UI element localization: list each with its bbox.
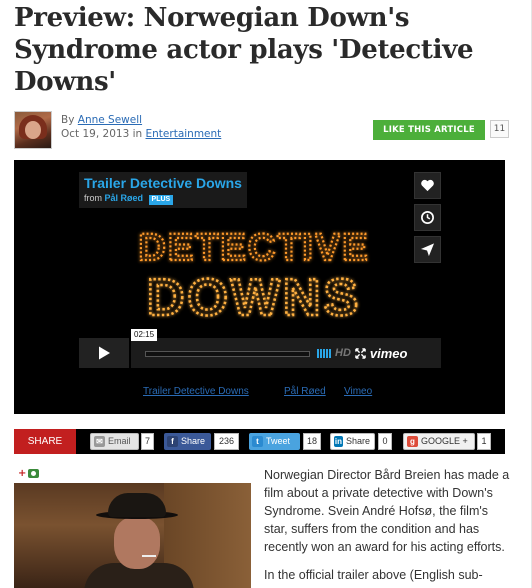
plus-badge: PLUS [148, 195, 174, 205]
share-video-button[interactable] [414, 236, 441, 263]
play-icon [99, 346, 110, 360]
hd-toggle[interactable]: HD [335, 347, 351, 359]
article-photo[interactable] [14, 483, 251, 588]
facebook-share-label: Share [181, 436, 206, 446]
linkedin-icon: in [334, 436, 343, 447]
watch-later-button[interactable] [414, 204, 441, 231]
linkedin-count: 0 [378, 433, 392, 450]
facebook-share-button[interactable]: f Share [164, 433, 211, 450]
camera-icon[interactable] [28, 469, 40, 478]
article-photo-block: + [14, 465, 251, 588]
from-label: from [84, 193, 102, 203]
vimeo-logo[interactable]: vimeo [370, 346, 408, 361]
article-page: Preview: Norwegian Down's Syndrome actor… [0, 0, 532, 588]
send-icon [420, 243, 435, 257]
marquee-title: DETECTIVE DOWNS [124, 220, 384, 328]
article-body: Norwegian Director Bård Breien has made … [264, 466, 514, 588]
category-link[interactable]: Entertainment [146, 128, 222, 140]
google-plus-share-label: GOOGLE + [421, 436, 468, 446]
video-controls: 02:15 HD vimeo [79, 329, 441, 368]
progress-track[interactable] [145, 351, 310, 357]
google-plus-count: 1 [477, 433, 491, 450]
article-date: Oct 19, 2013 [61, 128, 130, 140]
article-meta: By Anne Sewell Oct 19, 2013 in Entertain… [61, 113, 221, 141]
marquee-line-1: DETECTIVE [138, 227, 369, 269]
in-word: in [132, 128, 143, 140]
linkedin-share-button[interactable]: in Share [330, 433, 375, 450]
linkedin-share-label: Share [345, 436, 370, 446]
google-plus-share-button[interactable]: g GOOGLE + [403, 433, 475, 450]
byline: By Anne Sewell Oct 19, 2013 in Entertain… [14, 111, 519, 153]
envelope-icon: ✉ [94, 436, 105, 447]
email-share-label: Email [108, 436, 131, 446]
twitter-count: 18 [303, 433, 321, 450]
video-owner-link[interactable]: Pål Røed [284, 386, 326, 397]
article-paragraph-1: Norwegian Director Bård Breien has made … [264, 468, 510, 554]
player-extras: HD vimeo [317, 345, 407, 361]
google-plus-icon: g [407, 436, 418, 447]
add-photo-icon[interactable]: + [18, 468, 26, 479]
photo-tools: + [18, 468, 40, 479]
author-link[interactable]: Anne Sewell [78, 114, 142, 126]
facebook-icon: f [167, 436, 178, 447]
volume-icon[interactable] [317, 348, 331, 358]
article-paragraph-2: In the official trailer above (English s… [264, 568, 483, 582]
article-title: Preview: Norwegian Down's Syndrome actor… [14, 3, 474, 97]
clock-icon [421, 211, 434, 224]
twitter-share-label: Tweet [266, 436, 291, 446]
vimeo-link[interactable]: Vimeo [344, 386, 372, 397]
twitter-icon: t [252, 436, 263, 447]
video-title-box: Trailer Detective Downs from Pål Røed PL… [79, 172, 247, 208]
fullscreen-icon[interactable] [355, 347, 366, 359]
video-player[interactable]: Trailer Detective Downs from Pål Røed PL… [14, 160, 505, 414]
timecode: 02:15 [131, 329, 158, 341]
email-count: 7 [141, 433, 154, 450]
video-owner[interactable]: Pål Røed [105, 193, 144, 203]
like-article-button[interactable]: LIKE THIS ARTICLE [373, 120, 485, 140]
video-byline: from Pål Røed PLUS [84, 192, 242, 205]
heart-icon [421, 179, 434, 192]
email-share-button[interactable]: ✉ Email [90, 433, 139, 450]
video-title[interactable]: Trailer Detective Downs [84, 174, 242, 192]
twitter-share-button[interactable]: t Tweet [249, 433, 300, 450]
play-button[interactable] [79, 338, 129, 368]
by-prefix: By [61, 114, 75, 126]
share-bar: SHARE ✉ Email 7 f Share 236 t Tweet 18 i… [14, 429, 505, 454]
marquee-line-2: DOWNS [147, 269, 361, 327]
like-count: 11 [490, 120, 509, 138]
like-video-button[interactable] [414, 172, 441, 199]
video-title-link[interactable]: Trailer Detective Downs [143, 386, 249, 397]
share-label: SHARE [14, 429, 76, 454]
author-avatar[interactable] [14, 111, 52, 149]
facebook-count: 236 [214, 433, 239, 450]
